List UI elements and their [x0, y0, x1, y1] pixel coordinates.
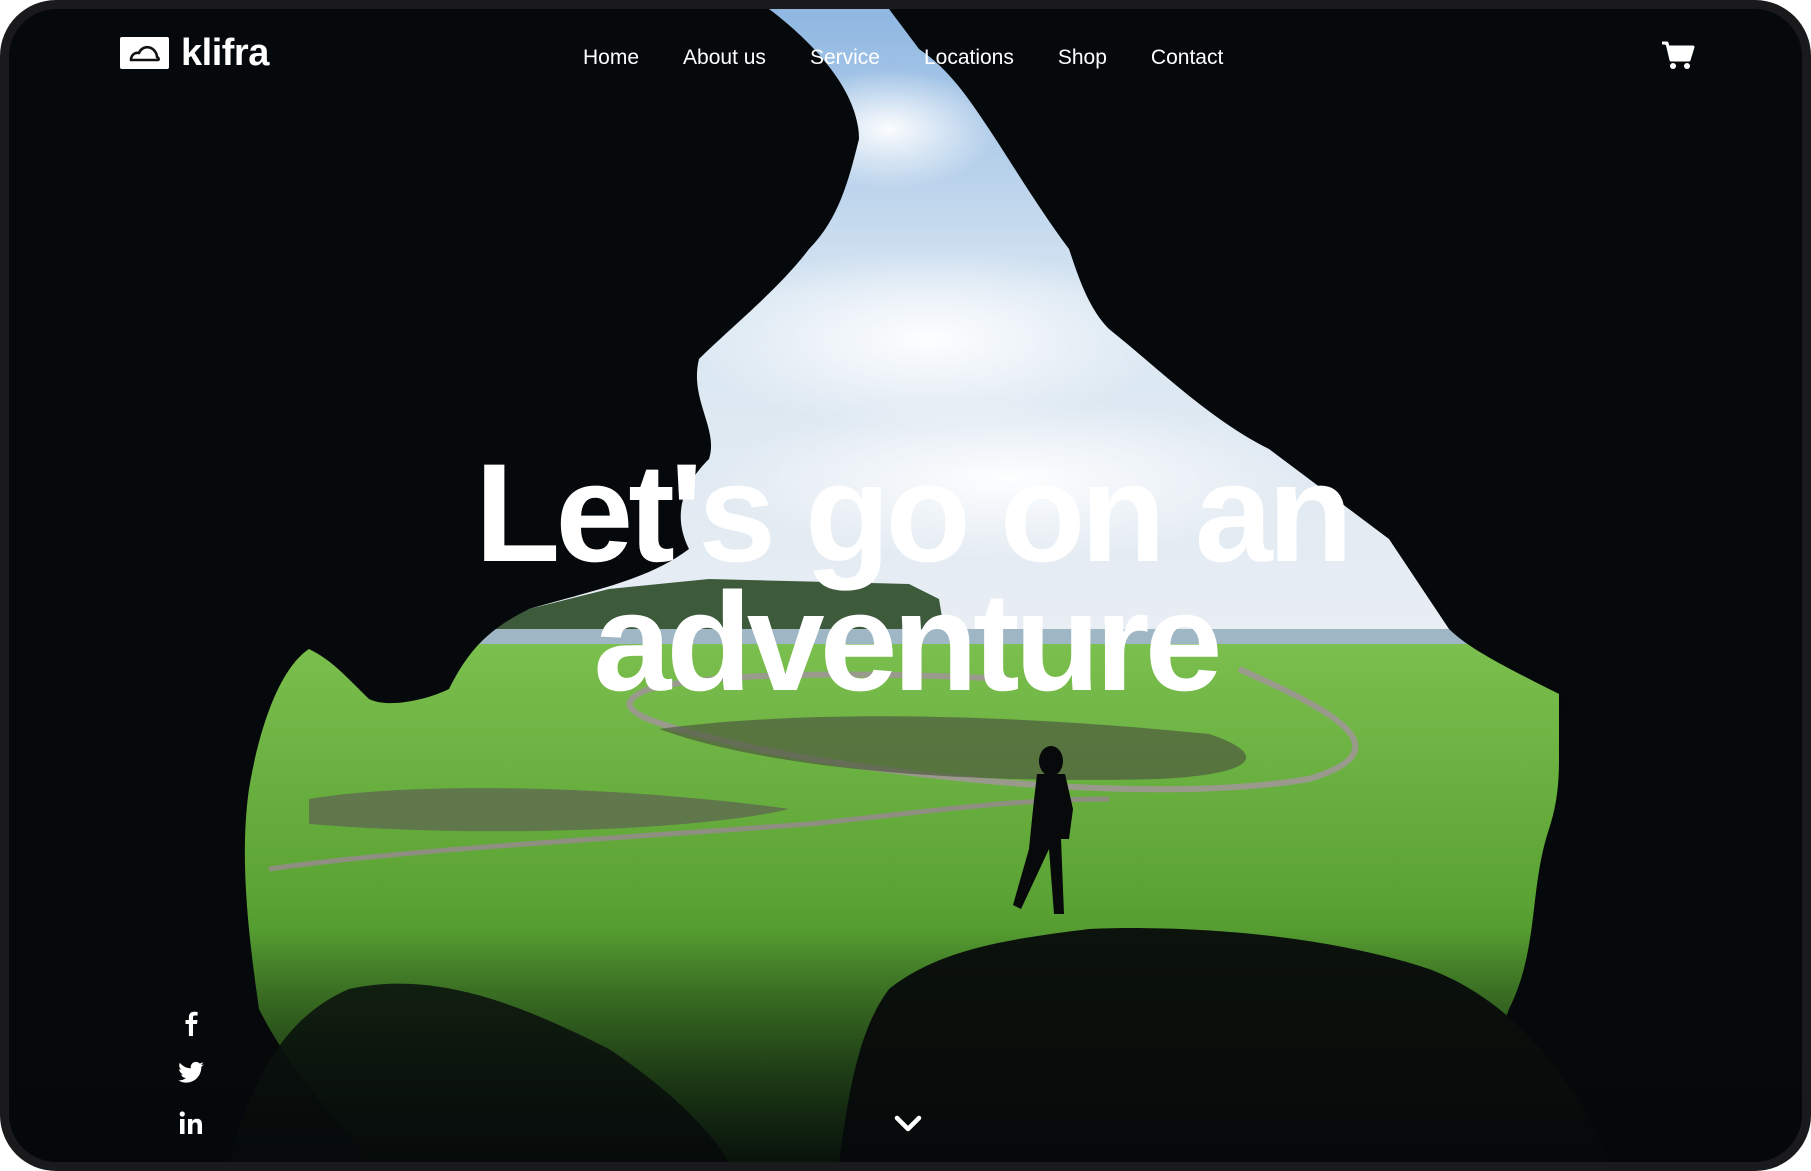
nav-item-shop[interactable]: Shop: [1058, 47, 1107, 68]
chevron-down-icon[interactable]: [892, 1111, 924, 1137]
nav-item-contact[interactable]: Contact: [1151, 47, 1223, 68]
main-nav: Home About us Service Locations Shop Con…: [583, 47, 1223, 68]
brand-name: klifra: [181, 32, 269, 74]
shopping-cart-icon[interactable]: [1661, 41, 1695, 71]
nav-item-service[interactable]: Service: [810, 47, 880, 68]
facebook-icon[interactable]: [177, 1009, 205, 1037]
hero-headline-line-2: adventure: [593, 562, 1222, 720]
device-frame: klifra Home About us Service Locations S…: [0, 0, 1811, 1171]
social-links: [177, 1009, 217, 1159]
nav-item-locations[interactable]: Locations: [924, 47, 1014, 68]
nav-item-home[interactable]: Home: [583, 47, 639, 68]
brand-logo[interactable]: klifra: [120, 34, 269, 72]
hero-headline-line-1: Let's go on an: [474, 434, 1353, 591]
hero-headline: Let's go on an adventure: [9, 434, 1802, 720]
nav-item-about-us[interactable]: About us: [683, 47, 766, 68]
twitter-icon[interactable]: [177, 1059, 205, 1087]
linkedin-icon[interactable]: [177, 1109, 205, 1137]
hero-screen: klifra Home About us Service Locations S…: [9, 9, 1802, 1162]
cloud-icon: [120, 37, 169, 69]
